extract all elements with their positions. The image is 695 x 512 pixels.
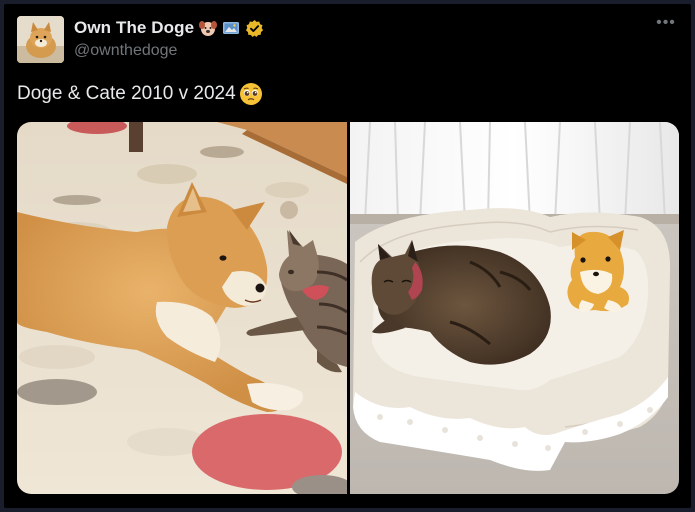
- tweet-text: Doge & Cate 2010 v 2024: [17, 82, 263, 106]
- shiba-avatar-icon: [17, 16, 64, 63]
- picture-frame-icon: [222, 19, 240, 37]
- author-handle[interactable]: @ownthedoge: [74, 42, 177, 60]
- cat-and-plush-doge-2024-photo[interactable]: [350, 122, 679, 494]
- doge-and-cat-2010-photo[interactable]: [17, 122, 347, 494]
- author-name-row: Own The Doge: [74, 18, 264, 38]
- dog-face-icon: [199, 19, 218, 37]
- media-grid[interactable]: [17, 122, 679, 494]
- tweet-text-content: Doge & Cate 2010 v 2024: [17, 83, 236, 104]
- tweet-card: Own The Doge @ownthedoge ••• Doge & Cate…: [4, 4, 691, 508]
- pleading-face-icon: [239, 82, 263, 106]
- more-options-button[interactable]: •••: [654, 15, 678, 34]
- verified-badge-icon[interactable]: [245, 19, 264, 38]
- avatar[interactable]: [17, 16, 64, 63]
- display-name[interactable]: Own The Doge: [74, 18, 194, 38]
